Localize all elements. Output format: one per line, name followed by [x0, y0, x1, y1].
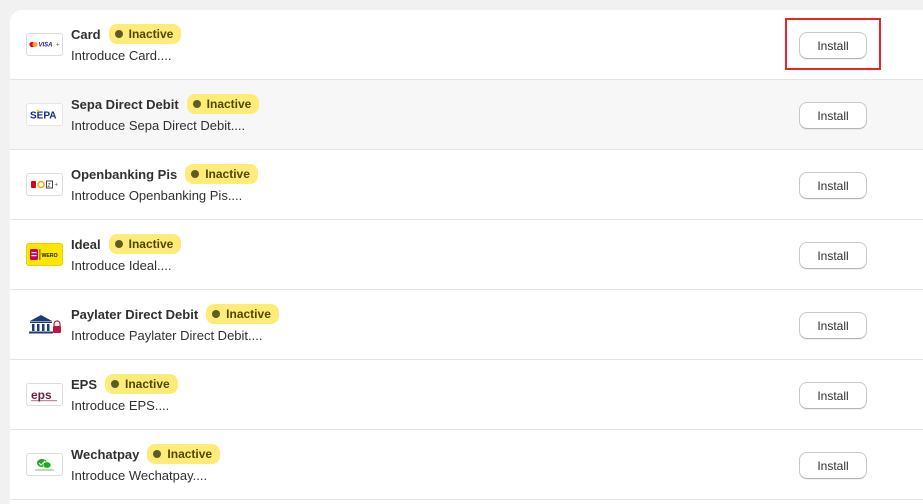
- method-name: Card: [71, 26, 101, 42]
- status-dot-icon: [191, 170, 200, 178]
- method-name: Paylater Direct Debit: [71, 306, 199, 322]
- status-dot-icon: [114, 240, 123, 248]
- status-badge: Inactive: [105, 374, 178, 394]
- svg-text:WERO: WERO: [42, 253, 58, 259]
- status-dot-icon: [153, 450, 162, 458]
- payment-method-row-paylater[interactable]: Paylater Direct Debit Inactive Introduce…: [10, 290, 923, 360]
- svg-text:+: +: [56, 43, 60, 49]
- svg-text:VISA: VISA: [39, 43, 53, 49]
- method-description: Introduce Card....: [71, 48, 172, 63]
- payment-method-row-wechatpay[interactable]: Wechatpay Inactive Introduce Wechatpay..…: [10, 430, 923, 500]
- payment-methods-list: VISA + Card Inactive Introduce Card.... …: [10, 10, 923, 504]
- eps-icon: eps: [26, 383, 63, 406]
- method-name: Wechatpay: [71, 446, 140, 462]
- wechatpay-icon: [26, 453, 63, 476]
- install-button[interactable]: Install: [799, 452, 867, 479]
- install-button[interactable]: Install: [799, 312, 867, 339]
- install-button[interactable]: Install: [799, 102, 867, 129]
- method-description: Introduce Sepa Direct Debit....: [71, 118, 246, 133]
- svg-text:+: +: [55, 183, 59, 189]
- payment-method-row-openbanking[interactable]: Z + Openbanking Pis Inactive Introduce O…: [10, 150, 923, 220]
- status-dot-icon: [212, 310, 221, 318]
- method-description: Introduce EPS....: [71, 398, 170, 413]
- status-badge: Inactive: [147, 444, 221, 464]
- method-name: Openbanking Pis: [71, 166, 178, 182]
- status-badge: Inactive: [108, 234, 182, 254]
- ideal-wero-icon: WERO: [26, 243, 63, 266]
- install-button[interactable]: Install: [799, 382, 867, 409]
- svg-text:SEPA: SEPA: [30, 111, 57, 122]
- status-badge: Inactive: [186, 94, 260, 114]
- method-description: Introduce Paylater Direct Debit....: [71, 328, 263, 343]
- method-name: Sepa Direct Debit: [71, 96, 179, 112]
- method-description: Introduce Ideal....: [71, 258, 172, 273]
- method-description: Introduce Wechatpay....: [71, 468, 208, 483]
- method-name: Ideal: [71, 236, 101, 252]
- payment-method-row-sepa[interactable]: SEPA Sepa Direct Debit Inactive Introduc…: [10, 80, 923, 150]
- status-badge: Inactive: [185, 164, 258, 184]
- status-badge: Inactive: [206, 304, 279, 324]
- method-name: EPS: [71, 376, 98, 392]
- bank-lock-icon: [26, 313, 63, 336]
- install-button[interactable]: Install: [799, 242, 867, 269]
- svg-text:eps: eps: [31, 388, 52, 402]
- sepa-icon: SEPA: [26, 103, 63, 126]
- card-brands-icon: VISA +: [26, 33, 63, 56]
- method-description: Introduce Openbanking Pis....: [71, 188, 243, 203]
- payment-method-row-ideal[interactable]: WERO Ideal Inactive Introduce Ideal.... …: [10, 220, 923, 290]
- payment-method-row-eps[interactable]: eps EPS Inactive Introduce EPS.... Insta…: [10, 360, 923, 430]
- svg-text:Z: Z: [48, 183, 51, 189]
- install-button[interactable]: Install: [799, 172, 867, 199]
- openbanking-icon: Z +: [26, 173, 63, 196]
- status-dot-icon: [114, 30, 123, 38]
- status-dot-icon: [111, 380, 120, 388]
- status-dot-icon: [192, 100, 201, 108]
- install-button[interactable]: Install: [799, 32, 867, 59]
- payment-method-row-card[interactable]: VISA + Card Inactive Introduce Card.... …: [10, 10, 923, 80]
- status-badge: Inactive: [108, 24, 182, 44]
